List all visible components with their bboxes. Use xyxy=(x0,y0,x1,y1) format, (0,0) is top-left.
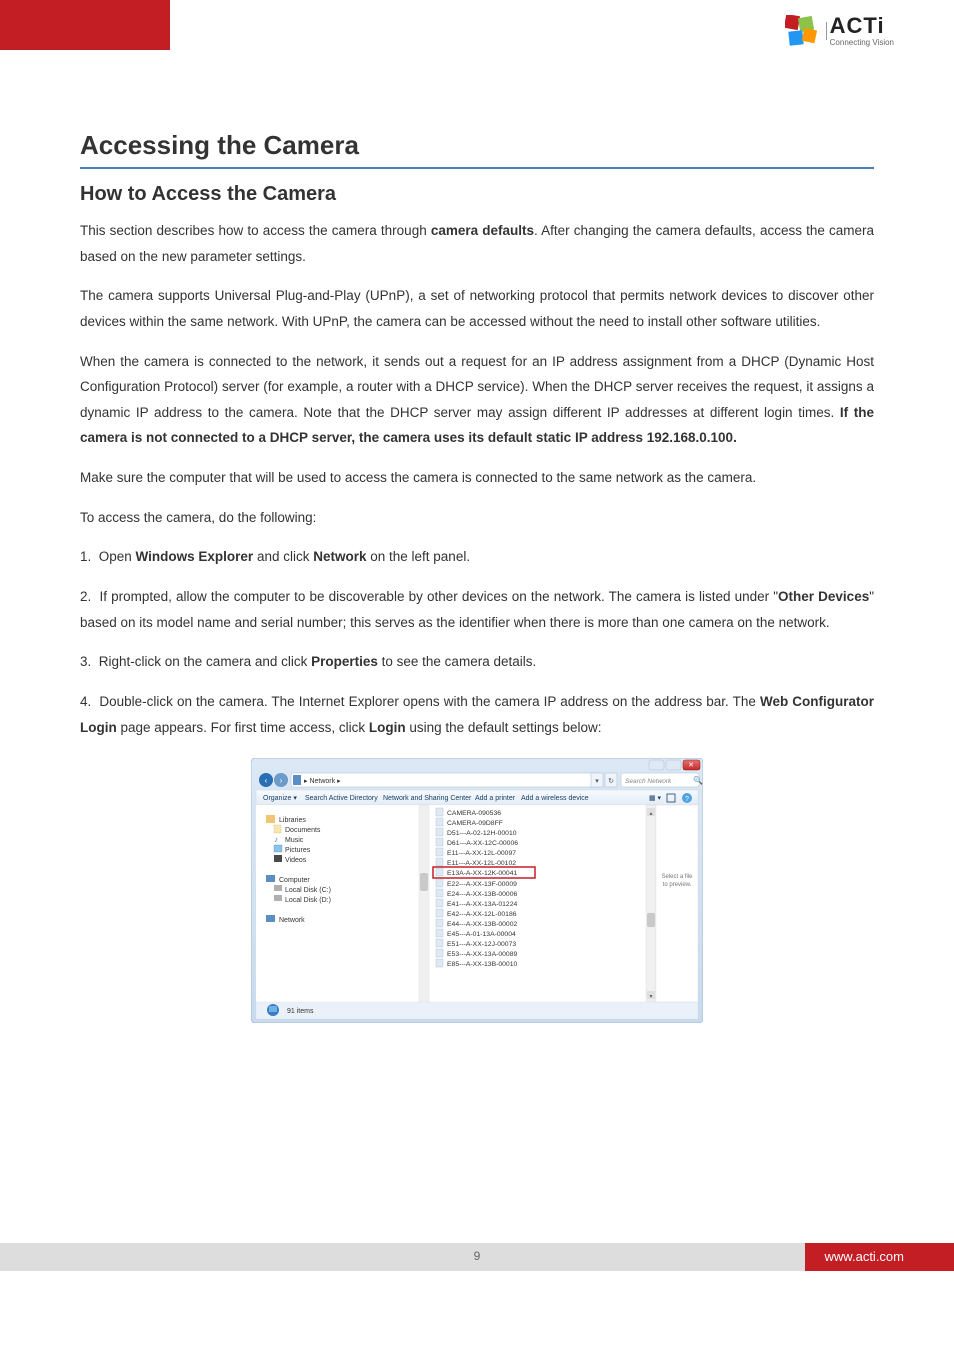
device-item[interactable]: D51---A-02-12H-00010 xyxy=(436,828,517,837)
svg-text:D61---A-XX-12C-00006: D61---A-XX-12C-00006 xyxy=(447,840,518,847)
svg-text:E13A-A-XX-12K-00041: E13A-A-XX-12K-00041 xyxy=(447,870,517,877)
title-underline xyxy=(80,167,874,169)
svg-text:E11---A-XX-12L-00102: E11---A-XX-12L-00102 xyxy=(447,860,516,867)
page-title: Accessing the Camera xyxy=(80,130,874,161)
svg-text:to preview.: to preview. xyxy=(663,882,692,888)
status-icon xyxy=(267,1004,279,1016)
intro-paragraph-1: This section describes how to access the… xyxy=(80,218,874,269)
acti-logo-icon xyxy=(785,15,817,47)
svg-text:Computer: Computer xyxy=(279,877,310,884)
device-item[interactable]: E24---A-XX-13B-00006 xyxy=(436,889,517,898)
svg-text:D51---A-02-12H-00010: D51---A-02-12H-00010 xyxy=(447,830,517,837)
device-item[interactable]: E11---A-XX-12L-00102 xyxy=(436,858,516,867)
svg-text:CAMERA-090536: CAMERA-090536 xyxy=(447,810,501,817)
add-printer-button[interactable]: Add a printer xyxy=(475,795,516,802)
view-menu[interactable]: ▦ ▾ xyxy=(649,795,662,802)
footer-url: www.acti.com xyxy=(805,1243,954,1271)
svg-text:♪: ♪ xyxy=(274,835,278,844)
svg-text:E53---A-XX-13A-00089: E53---A-XX-13A-00089 xyxy=(447,951,517,958)
svg-text:Local Disk (C:): Local Disk (C:) xyxy=(285,887,331,894)
svg-text:Search Network: Search Network xyxy=(625,778,672,785)
svg-text:Documents: Documents xyxy=(285,827,321,834)
svg-text:▾: ▾ xyxy=(595,778,599,785)
page-content: Accessing the Camera How to Access the C… xyxy=(0,70,954,1063)
svg-text:E51---A-XX-12J-00073: E51---A-XX-12J-00073 xyxy=(447,941,516,948)
device-item[interactable]: E51---A-XX-12J-00073 xyxy=(436,939,516,948)
svg-text:Libraries: Libraries xyxy=(279,817,306,824)
svg-text:▾: ▾ xyxy=(649,994,652,1000)
preview-pane xyxy=(656,805,698,1002)
svg-text:E22---A-XX-13F-00009: E22---A-XX-13F-00009 xyxy=(447,881,517,888)
page-header: ACTi Connecting Vision xyxy=(0,0,954,70)
svg-text:E44---A-XX-13B-00002: E44---A-XX-13B-00002 xyxy=(447,921,517,928)
logo-separator xyxy=(826,22,827,40)
svg-text:E11---A-XX-12L-00097: E11---A-XX-12L-00097 xyxy=(447,850,516,857)
device-item[interactable]: E85---A-XX-13B-00010 xyxy=(436,959,517,968)
step-1: 1. Open Windows Explorer and click Netwo… xyxy=(80,544,874,570)
nav-libraries[interactable]: Libraries xyxy=(266,815,306,824)
intro-paragraph-2: The camera supports Universal Plug-and-P… xyxy=(80,283,874,334)
svg-text:E85---A-XX-13B-00010: E85---A-XX-13B-00010 xyxy=(447,961,517,968)
svg-text:›: › xyxy=(280,776,283,785)
steps-intro: To access the camera, do the following: xyxy=(80,505,874,531)
breadcrumb: ▸ Network ▸ xyxy=(304,778,341,785)
device-item[interactable]: E44---A-XX-13B-00002 xyxy=(436,919,517,928)
nsc-button[interactable]: Network and Sharing Center xyxy=(383,795,472,802)
maximize-button[interactable] xyxy=(666,760,681,770)
page-footer: 9 www.acti.com xyxy=(0,1243,954,1271)
svg-text:E45---A-01-13A-00004: E45---A-01-13A-00004 xyxy=(447,931,516,938)
svg-text:Music: Music xyxy=(285,837,304,844)
svg-text:Select a file: Select a file xyxy=(661,874,693,880)
svg-text:Network: Network xyxy=(279,917,305,924)
status-text: 91 items xyxy=(287,1008,314,1015)
device-item[interactable]: E45---A-01-13A-00004 xyxy=(436,929,516,938)
svg-text:▴: ▴ xyxy=(649,811,652,817)
svg-text:CAMERA-09D8FF: CAMERA-09D8FF xyxy=(447,820,503,827)
device-item[interactable]: D61---A-XX-12C-00006 xyxy=(436,838,518,847)
svg-text:✕: ✕ xyxy=(688,762,694,769)
svg-text:?: ? xyxy=(685,796,689,803)
svg-text:‹: ‹ xyxy=(265,776,268,785)
device-item[interactable]: E11---A-XX-12L-00097 xyxy=(436,848,516,857)
minimize-button[interactable] xyxy=(649,760,664,770)
svg-text:Pictures: Pictures xyxy=(285,847,311,854)
content-scrollbar[interactable] xyxy=(646,805,656,1002)
organize-menu[interactable]: Organize ▾ xyxy=(263,795,297,802)
step-2: 2. If prompted, allow the computer to be… xyxy=(80,584,874,635)
section-heading: How to Access the Camera xyxy=(80,183,874,206)
add-wireless-button[interactable]: Add a wireless device xyxy=(521,795,589,802)
step-4: 4. Double-click on the camera. The Inter… xyxy=(80,689,874,740)
device-item[interactable]: E53---A-XX-13A-00089 xyxy=(436,949,517,958)
device-item[interactable]: E22---A-XX-13F-00009 xyxy=(436,879,517,888)
device-item-highlighted[interactable]: E13A-A-XX-12K-00041 xyxy=(436,868,517,877)
svg-text:Videos: Videos xyxy=(285,857,307,864)
explorer-screenshot: ✕ ‹ › ▸ Network ▸ ▾ ↻ Search Network 🔍 O… xyxy=(251,758,703,1023)
step-3: 3. Right-click on the camera and click P… xyxy=(80,649,874,675)
search-ad-button[interactable]: Search Active Directory xyxy=(305,795,378,802)
svg-text:Local Disk (D:): Local Disk (D:) xyxy=(285,897,331,904)
svg-text:E41---A-XX-13A-01224: E41---A-XX-13A-01224 xyxy=(447,901,517,908)
brand-tagline: Connecting Vision xyxy=(830,39,894,47)
svg-text:↻: ↻ xyxy=(608,778,614,785)
page-number: 9 xyxy=(474,1249,481,1263)
intro-paragraph-3: When the camera is connected to the netw… xyxy=(80,349,874,452)
device-item[interactable]: CAMERA-09D8FF xyxy=(436,818,503,827)
svg-text:E24---A-XX-13B-00006: E24---A-XX-13B-00006 xyxy=(447,891,517,898)
intro-paragraph-4: Make sure the computer that will be used… xyxy=(80,465,874,491)
brand-logo: ACTi Connecting Vision xyxy=(785,15,894,47)
svg-text:E42---A-XX-12L-00186: E42---A-XX-12L-00186 xyxy=(447,911,517,918)
brand-name: ACTi xyxy=(830,15,894,37)
nav-documents[interactable]: Documents xyxy=(274,825,321,834)
nav-scrollbar[interactable] xyxy=(419,805,429,1002)
device-item[interactable]: E42---A-XX-12L-00186 xyxy=(436,909,517,918)
header-red-tab xyxy=(0,0,170,50)
search-icon: 🔍 xyxy=(693,775,703,785)
device-item[interactable]: E41---A-XX-13A-01224 xyxy=(436,899,517,908)
